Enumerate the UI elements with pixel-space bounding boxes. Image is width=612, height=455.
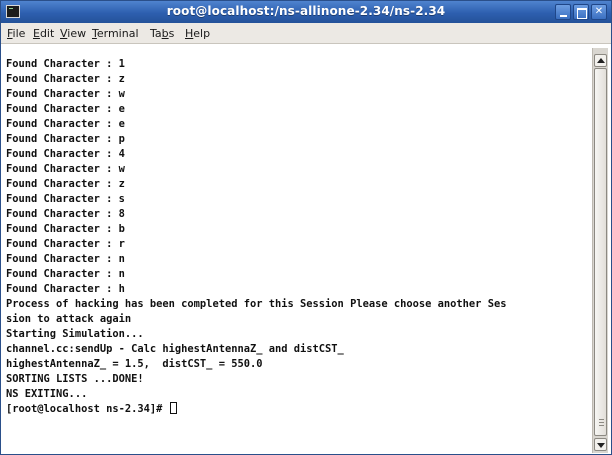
terminal-line: Found Character : 4 xyxy=(6,148,125,160)
menu-edit[interactable]: Edit xyxy=(33,27,54,40)
menu-view[interactable]: View xyxy=(60,27,86,40)
terminal-line: Found Character : b xyxy=(6,223,125,235)
menu-file[interactable]: File xyxy=(7,27,25,40)
menu-tabs[interactable]: Tabs xyxy=(150,27,174,40)
menu-bar: File Edit View Terminal Tabs Help xyxy=(1,23,611,44)
minimize-icon[interactable] xyxy=(555,4,571,20)
terminal-line: Found Character : n xyxy=(6,268,125,280)
terminal-line: Found Character : w xyxy=(6,163,125,175)
maximize-icon[interactable] xyxy=(573,4,589,20)
terminal-line: Found Character : h xyxy=(6,283,125,295)
scroll-thumb[interactable] xyxy=(594,68,607,436)
text-cursor xyxy=(169,402,177,414)
terminal-line: channel.cc:sendUp - Calc highestAntennaZ… xyxy=(6,343,344,355)
terminal-line: Found Character : z xyxy=(6,73,125,85)
terminal-line: Found Character : s xyxy=(6,193,125,205)
terminal-line: Found Character : e xyxy=(6,103,125,115)
close-icon[interactable]: ✕ xyxy=(591,4,607,20)
grip-line xyxy=(599,419,604,420)
vertical-scrollbar[interactable] xyxy=(592,48,608,453)
terminal-line: SORTING LISTS ...DONE! xyxy=(6,373,144,385)
title-bar[interactable]: root@localhost:/ns-allinone-2.34/ns-2.34… xyxy=(1,1,611,23)
terminal-line: Found Character : 8 xyxy=(6,208,125,220)
grip-line xyxy=(599,422,604,423)
terminal-line: Found Character : w xyxy=(6,88,125,100)
terminal-line: Starting Simulation... xyxy=(6,328,144,340)
terminal-prompt-line[interactable]: [root@localhost ns-2.34]# xyxy=(6,402,177,417)
shell-prompt: [root@localhost ns-2.34]# xyxy=(6,403,169,415)
terminal-line: highestAntennaZ_ = 1.5, distCST_ = 550.0 xyxy=(6,358,263,370)
scroll-down-arrow-icon[interactable] xyxy=(594,438,607,451)
scroll-up-arrow-icon[interactable] xyxy=(594,54,607,67)
terminal-line: Found Character : n xyxy=(6,253,125,265)
terminal-line: NS EXITING... xyxy=(6,388,88,400)
menu-help[interactable]: Help xyxy=(185,27,210,40)
terminal-line: Found Character : z xyxy=(6,178,125,190)
terminal-line: Found Character : e xyxy=(6,118,125,130)
terminal-line: Found Character : r xyxy=(6,238,125,250)
terminal-line: Found Character : 1 xyxy=(6,58,125,70)
terminal-line: sion to attack again xyxy=(6,313,132,325)
grip-line xyxy=(599,425,604,426)
terminal-window: root@localhost:/ns-allinone-2.34/ns-2.34… xyxy=(0,0,612,455)
window-title: root@localhost:/ns-allinone-2.34/ns-2.34 xyxy=(166,4,446,18)
menu-terminal[interactable]: Terminal xyxy=(92,27,139,40)
terminal-line: Found Character : p xyxy=(6,133,125,145)
terminal-output[interactable]: Found Character : 1 Found Character : z … xyxy=(4,47,592,453)
terminal-line: Process of hacking has been completed fo… xyxy=(6,298,507,310)
